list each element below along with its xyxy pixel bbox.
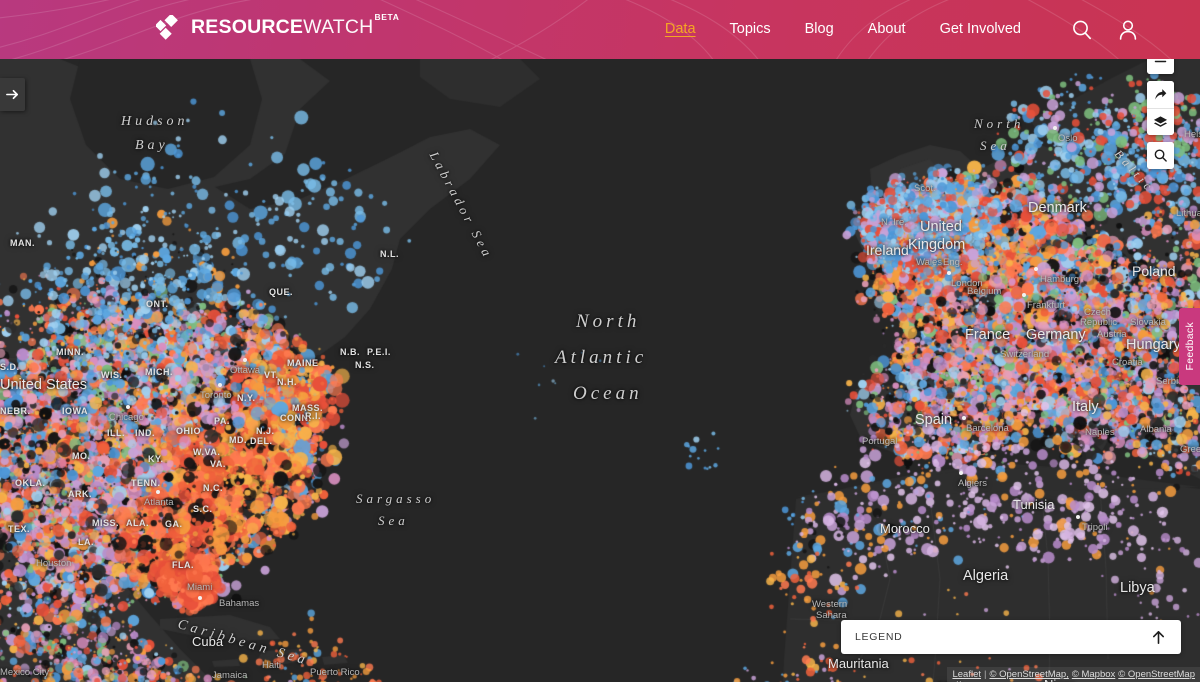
beta-badge: BETA [374,12,400,22]
site-header: RESOURCEWATCH BETA Data Topics Blog Abou… [0,0,1200,59]
layers-button[interactable] [1147,108,1174,135]
map-basemap-and-points[interactable] [0,59,1200,682]
legend-title: LEGEND [855,631,903,643]
feedback-tab-button[interactable]: Feedback [1179,308,1200,385]
attribution-mapbox-link[interactable]: © Mapbox [1072,669,1115,680]
map-city-marker [1034,267,1038,271]
site-logo[interactable]: RESOURCEWATCH BETA [156,12,399,41]
map-city-marker [243,358,247,362]
map-city-marker [218,383,222,387]
logo-word-watch: WATCH [303,16,374,38]
logo-word-resource: RESOURCE [191,16,304,38]
attribution-osm-link-1[interactable]: © OpenStreetMap, [989,669,1068,680]
map-city-marker [198,596,202,600]
nav-item-get-involved[interactable]: Get Involved [923,0,1038,59]
nav-item-about[interactable]: About [851,0,923,59]
attribution-osm-link-2[interactable]: © OpenStreetMap [1118,669,1195,680]
map-city-marker [947,271,951,275]
feedback-label: Feedback [1183,322,1196,371]
map-viewport[interactable]: North Atlantic Ocean Hudson Bay Sargasso Sea No… [0,59,1200,682]
share-control-group [1147,81,1174,135]
open-side-panel-button[interactable] [0,78,25,111]
search-location-button[interactable] [1147,142,1174,169]
user-account-icon[interactable] [1116,18,1140,42]
legend-panel[interactable]: LEGEND [841,620,1181,654]
map-city-marker [1053,126,1057,130]
diamond-cluster-logo-icon [156,15,178,40]
map-city-marker [126,405,130,409]
header-icon-group [1070,0,1140,59]
layers-stack-icon [1153,115,1168,127]
attribution-separator: | [984,669,987,680]
map-city-marker [959,471,963,475]
attribution-leaflet-link[interactable]: Leaflet [952,669,981,680]
map-city-marker [1076,515,1080,519]
logo-wordmark: RESOURCEWATCH BETA [191,12,399,40]
magnifier-icon [1154,149,1167,162]
resource-watch-map-page: RESOURCEWATCH BETA Data Topics Blog Abou… [0,0,1200,682]
map-city-marker [156,490,160,494]
nav-item-topics[interactable]: Topics [713,0,788,59]
share-button[interactable] [1147,81,1174,108]
map-city-marker [962,416,966,420]
search-location-control-group [1147,142,1174,169]
map-city-marker [1022,293,1026,297]
main-navigation: Data Topics Blog About Get Involved [648,0,1038,59]
nav-item-blog[interactable]: Blog [788,0,851,59]
search-icon[interactable] [1070,18,1094,42]
nav-item-data[interactable]: Data [648,0,713,59]
arrow-right-icon [6,89,18,100]
map-attribution-bar: Leaflet | © OpenStreetMap, © Mapbox © Op… [947,667,1200,682]
arrow-up-icon[interactable] [1150,629,1167,646]
share-arrow-icon [1155,89,1167,100]
